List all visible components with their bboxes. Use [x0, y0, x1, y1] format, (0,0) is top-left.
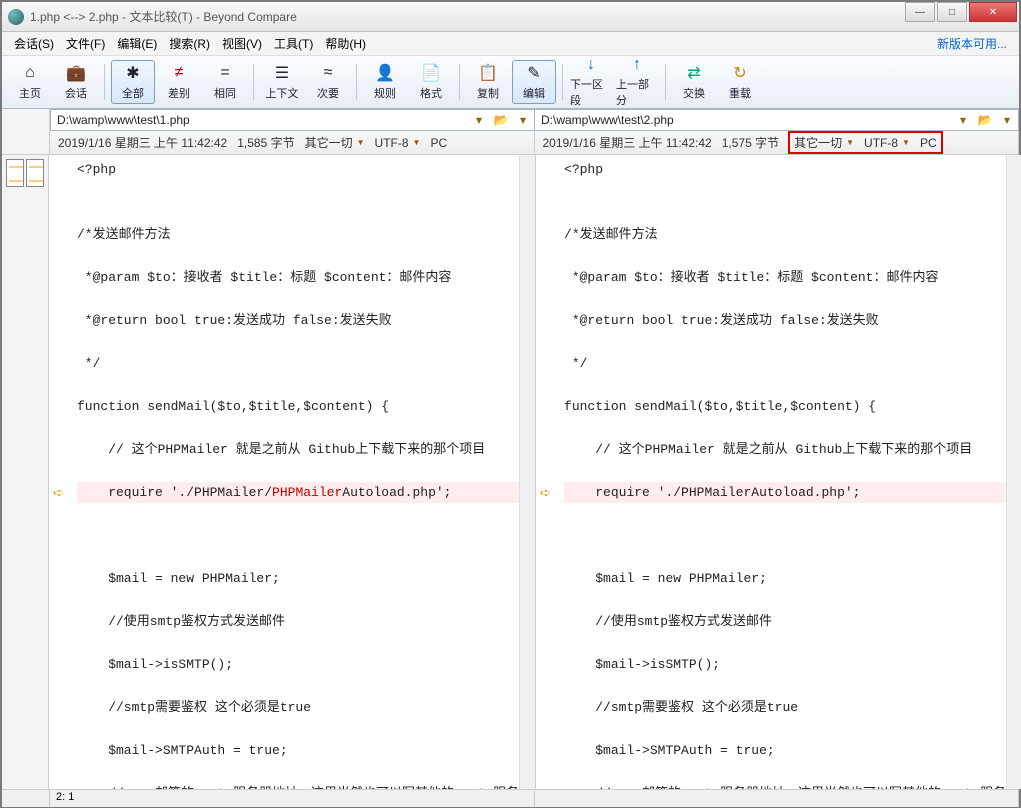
right-gutter: ➪➪	[536, 155, 560, 789]
triangle-icon: ▼	[846, 138, 854, 147]
left-eol: PC	[430, 136, 447, 150]
star-icon: ✱	[123, 63, 143, 83]
right-status	[535, 790, 1020, 807]
app-icon	[8, 9, 24, 25]
right-open-dropdown[interactable]: ▾	[996, 110, 1018, 130]
edit-button[interactable]: ✎编辑	[512, 60, 556, 104]
maximize-button[interactable]: □	[937, 2, 967, 22]
filepath-row: ▾ 📂 ▾ ▾ 📂 ▾	[50, 109, 1019, 131]
right-timestamp: 2019/1/16 星期三 上午 11:42:42	[543, 134, 712, 151]
approx-icon: ≈	[318, 63, 338, 83]
reload-button[interactable]: ↻重载	[718, 60, 762, 104]
info-row: 2019/1/16 星期三 上午 11:42:42 1,585 字节 其它一切 ▼…	[50, 131, 1019, 155]
referee-icon: 👤	[375, 63, 395, 83]
prev-section-button[interactable]: ↑上一部分	[615, 60, 659, 104]
annotation-highlight-box: 其它一切 ▼ UTF-8 ▼ PC	[788, 131, 943, 154]
context-button[interactable]: ☰上下文	[260, 60, 304, 104]
left-info-pane: 2019/1/16 星期三 上午 11:42:42 1,585 字节 其它一切 ▼…	[50, 131, 535, 154]
workspace: ➪➪ <?php /*发送邮件方法 *@param $to：接收者 $title…	[2, 155, 1019, 789]
left-status: 2: 1	[50, 790, 535, 807]
right-open-icon[interactable]: 📂	[974, 110, 996, 130]
left-encoding[interactable]: UTF-8	[375, 136, 409, 150]
right-code-body[interactable]: <?php /*发送邮件方法 *@param $to：接收者 $title：标题…	[560, 155, 1006, 789]
reload-icon: ↻	[730, 63, 750, 83]
left-open-icon[interactable]: 📂	[490, 110, 512, 130]
left-thumbnail[interactable]	[6, 159, 24, 187]
menubar: 会话(S) 文件(F) 编辑(E) 搜索(R) 视图(V) 工具(T) 帮助(H…	[2, 32, 1019, 56]
swap-button[interactable]: ⇄交换	[672, 60, 716, 104]
right-path-input[interactable]	[535, 111, 952, 129]
equal-icon: =	[215, 63, 235, 83]
left-code-body[interactable]: <?php /*发送邮件方法 *@param $to：接收者 $title：标题…	[73, 155, 519, 789]
left-gutter: ➪➪	[49, 155, 73, 789]
menu-view[interactable]: 视图(V)	[218, 33, 266, 54]
left-path-input[interactable]	[51, 111, 468, 129]
right-thumbnail[interactable]	[26, 159, 44, 187]
up-arrow-icon: ↑	[627, 56, 647, 74]
thumbnail-strip[interactable]	[2, 155, 49, 789]
session-button[interactable]: 💼会话	[54, 60, 98, 104]
titlebar: 1.php <--> 2.php - 文本比较(T) - Beyond Comp…	[2, 2, 1019, 32]
triangle-icon: ▼	[902, 138, 910, 147]
right-filter[interactable]: 其它一切	[794, 134, 842, 151]
menu-file[interactable]: 文件(F)	[62, 33, 109, 54]
right-encoding[interactable]: UTF-8	[864, 136, 898, 150]
format-icon: 📄	[421, 63, 441, 83]
left-scrollbar[interactable]	[519, 155, 535, 789]
menu-tools[interactable]: 工具(T)	[270, 33, 317, 54]
diff-button[interactable]: ≠差别	[157, 60, 201, 104]
home-button[interactable]: ⌂主页	[8, 60, 52, 104]
left-size: 1,585 字节	[237, 134, 294, 151]
window-title: 1.php <--> 2.php - 文本比较(T) - Beyond Comp…	[30, 8, 1013, 25]
home-icon: ⌂	[20, 63, 40, 83]
triangle-icon: ▼	[413, 138, 421, 147]
menu-session[interactable]: 会话(S)	[10, 33, 58, 54]
menu-help[interactable]: 帮助(H)	[321, 33, 370, 54]
copy-icon: 📋	[478, 63, 498, 83]
left-path-dropdown[interactable]: ▾	[468, 110, 490, 130]
left-timestamp: 2019/1/16 星期三 上午 11:42:42	[58, 134, 227, 151]
down-arrow-icon: ↓	[581, 56, 601, 74]
status-bar: 2: 1	[2, 789, 1019, 807]
context-icon: ☰	[272, 63, 292, 83]
rules-button[interactable]: 👤规则	[363, 60, 407, 104]
minor-button[interactable]: ≈次要	[306, 60, 350, 104]
left-filter[interactable]: 其它一切	[305, 134, 353, 151]
copy-button[interactable]: 📋复制	[466, 60, 510, 104]
right-scrollbar[interactable]	[1006, 155, 1021, 789]
all-button[interactable]: ✱全部	[111, 60, 155, 104]
minimize-button[interactable]: —	[905, 2, 935, 22]
briefcase-icon: 💼	[66, 63, 86, 83]
close-button[interactable]: ✕	[969, 2, 1017, 22]
new-version-link[interactable]: 新版本可用...	[933, 33, 1011, 54]
right-path-dropdown[interactable]: ▾	[952, 110, 974, 130]
toolbar: ⌂主页 💼会话 ✱全部 ≠差别 =相同 ☰上下文 ≈次要 👤规则 📄格式 📋复制…	[2, 56, 1019, 109]
left-open-dropdown[interactable]: ▾	[512, 110, 534, 130]
right-size: 1,575 字节	[722, 134, 779, 151]
right-eol: PC	[920, 136, 937, 150]
next-section-button[interactable]: ↓下一区段	[569, 60, 613, 104]
menu-search[interactable]: 搜索(R)	[165, 33, 214, 54]
same-button[interactable]: =相同	[203, 60, 247, 104]
right-code-pane: ➪➪ <?php /*发送邮件方法 *@param $to：接收者 $title…	[536, 155, 1021, 789]
left-code-pane: ➪➪ <?php /*发送邮件方法 *@param $to：接收者 $title…	[49, 155, 536, 789]
right-path-pane: ▾ 📂 ▾	[535, 109, 1019, 131]
swap-icon: ⇄	[684, 63, 704, 83]
notequal-icon: ≠	[169, 63, 189, 83]
format-button[interactable]: 📄格式	[409, 60, 453, 104]
right-info-pane: 2019/1/16 星期三 上午 11:42:42 1,575 字节 其它一切 ▼…	[535, 131, 1020, 154]
pencil-icon: ✎	[524, 63, 544, 83]
left-path-pane: ▾ 📂 ▾	[50, 109, 535, 131]
triangle-icon: ▼	[357, 138, 365, 147]
menu-edit[interactable]: 编辑(E)	[113, 33, 161, 54]
